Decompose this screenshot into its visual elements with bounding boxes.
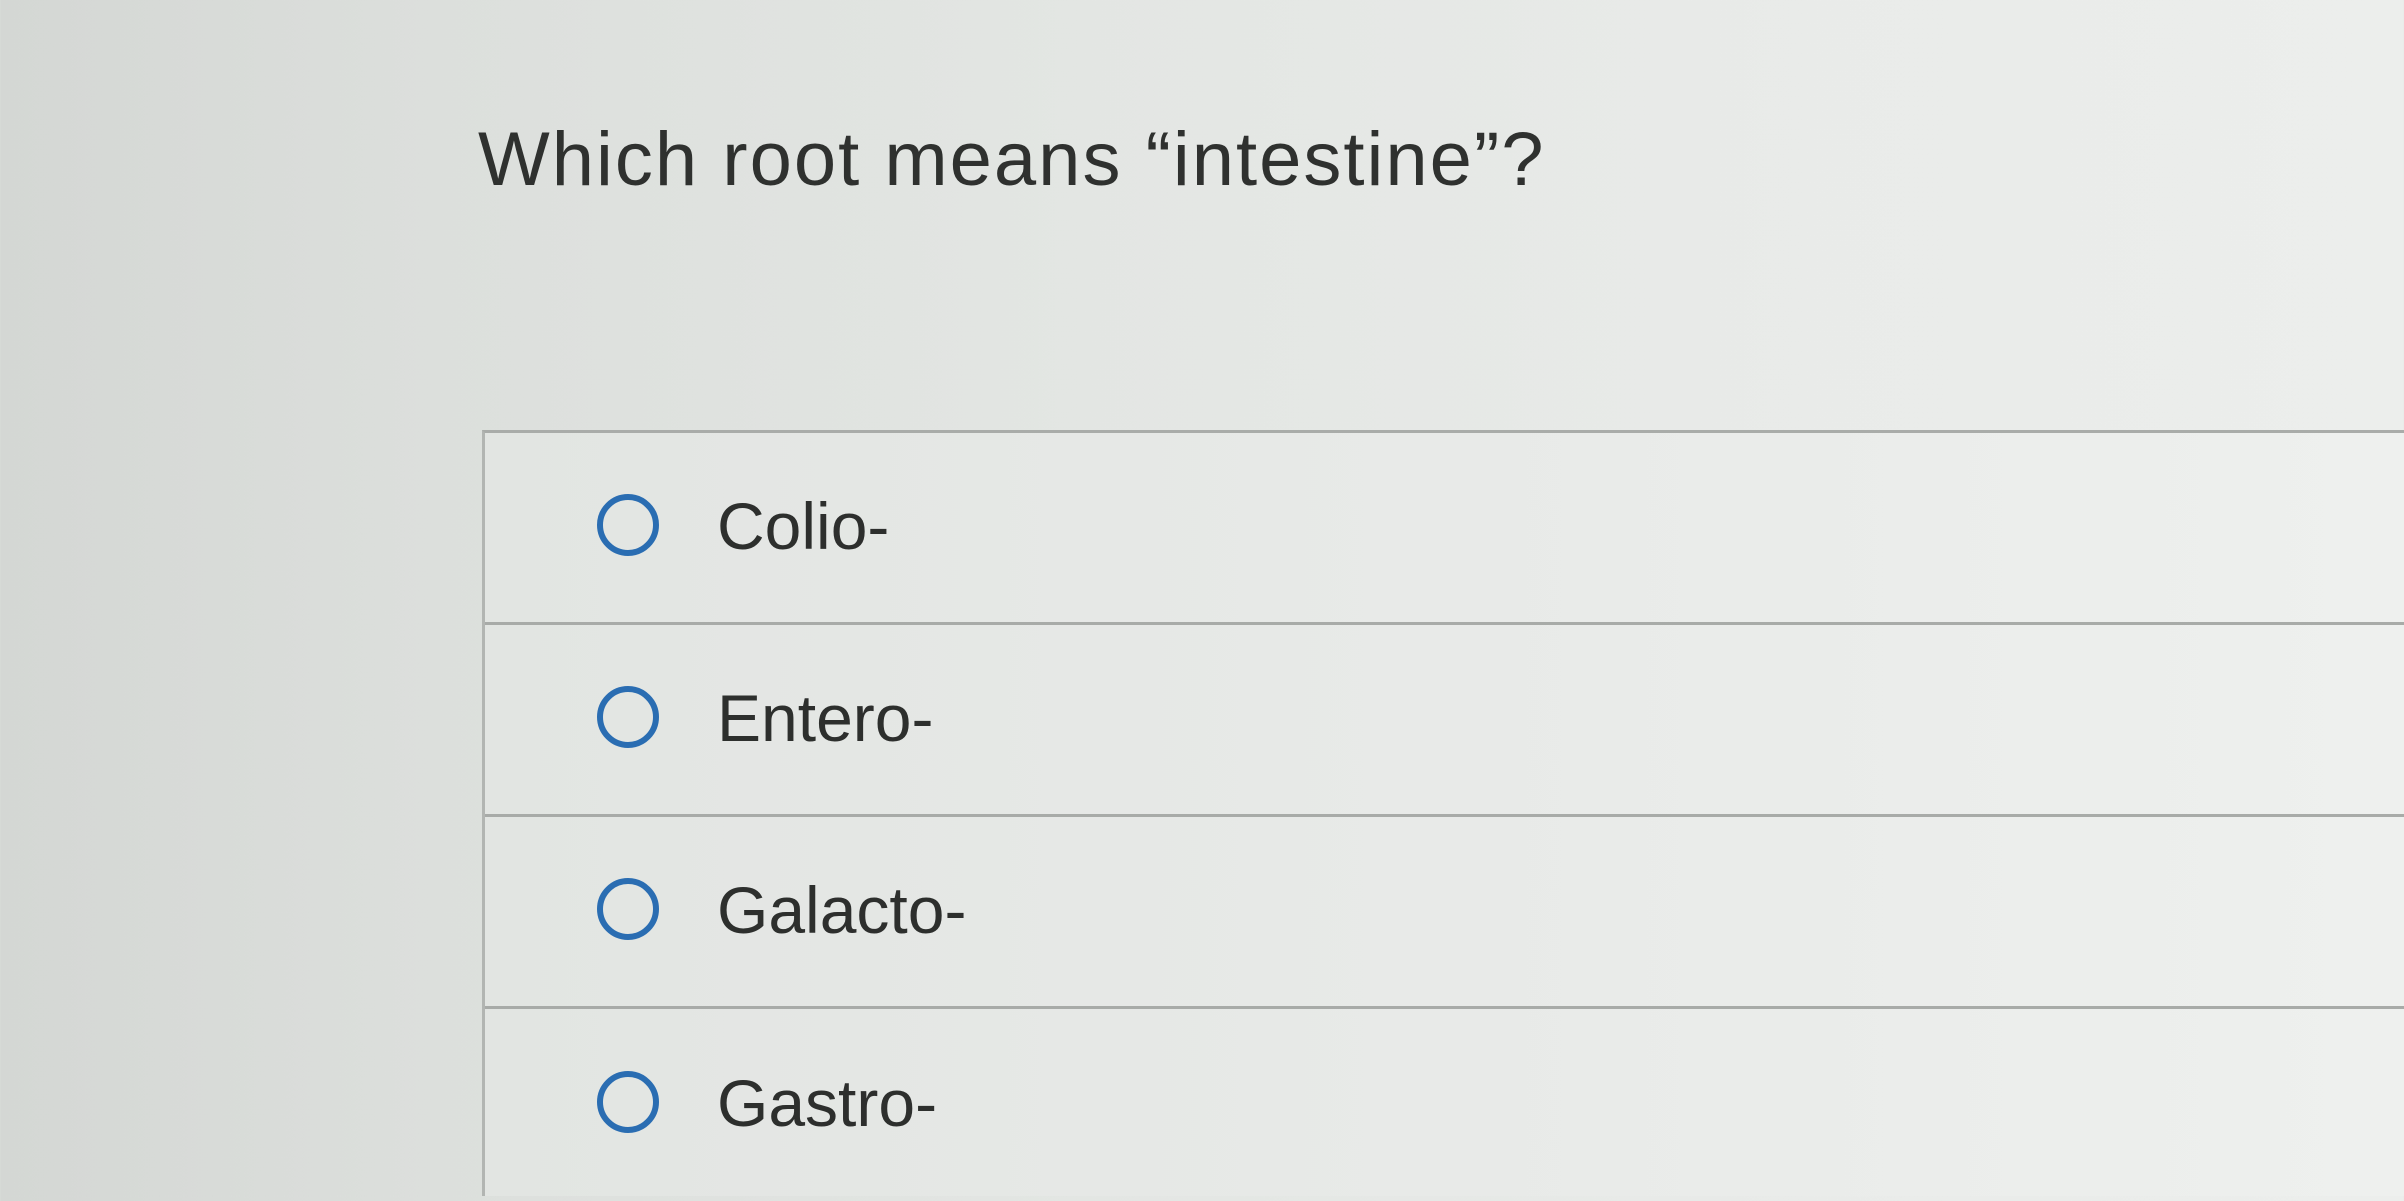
radio-unchecked-icon[interactable] [597, 877, 659, 940]
quiz-page: Which root means “intestine”? Colio- Ent… [0, 0, 2404, 1196]
answer-option-label: Galacto- [717, 872, 967, 947]
radio-unchecked-icon[interactable] [597, 1071, 659, 1133]
answer-options: Colio- Entero- Galacto- Gastro- [482, 430, 2404, 1196]
answer-option-galacto[interactable]: Galacto- [485, 817, 2404, 1009]
radio-unchecked-icon[interactable] [597, 493, 659, 556]
answer-option-entero[interactable]: Entero- [485, 625, 2404, 817]
answer-option-label: Entero- [717, 680, 934, 755]
answer-option-label: Gastro- [717, 1066, 938, 1140]
answer-option-colio[interactable]: Colio- [485, 433, 2404, 625]
radio-unchecked-icon[interactable] [597, 685, 659, 748]
answer-option-gastro[interactable]: Gastro- [485, 1009, 2404, 1201]
question-text: Which root means “intestine”? [478, 117, 1546, 202]
answer-option-label: Colio- [717, 488, 890, 563]
